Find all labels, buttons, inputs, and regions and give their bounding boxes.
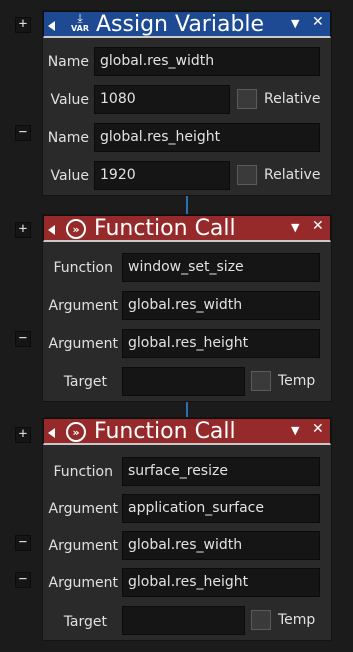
function-call-icon: » [66,219,86,239]
remove-row-button[interactable]: − [15,125,31,141]
argument-label: Argument [48,538,118,554]
argument-label: Argument [48,575,118,591]
relative-checkbox[interactable] [237,165,257,185]
add-action-button[interactable]: + [15,17,31,33]
menu-dropdown-icon[interactable]: ▼ [291,221,299,234]
value-label: Value [50,92,89,108]
function-call-block: » Function Call ▼ ✕ Function window_set_… [42,214,332,402]
argument-field[interactable]: global.res_width [122,291,320,320]
close-icon[interactable]: ✕ [312,421,324,437]
function-call-header[interactable]: » Function Call ▼ ✕ [43,418,331,445]
block-connector [186,196,188,214]
remove-argument-button[interactable]: − [15,572,31,588]
function-call-header[interactable]: » Function Call ▼ ✕ [43,215,331,242]
variable-name-field[interactable]: global.res_width [94,47,320,76]
function-label: Function [53,464,113,480]
temp-checkbox[interactable] [251,371,271,391]
name-label: Name [47,54,89,70]
collapse-triangle-icon[interactable] [48,21,55,31]
argument-label: Argument [48,501,118,517]
argument-field[interactable]: global.res_height [122,329,320,358]
block-title: Assign Variable [96,12,265,37]
menu-dropdown-icon[interactable]: ▼ [291,424,299,437]
temp-label: Temp [278,612,316,628]
assign-variable-header[interactable]: ⤓ VAR Assign Variable ▼ ✕ [43,11,331,38]
target-label: Target [63,374,107,390]
temp-checkbox[interactable] [251,610,271,630]
close-icon[interactable]: ✕ [312,14,324,30]
variable-value-field[interactable]: 1920 [94,161,230,190]
relative-label: Relative [264,167,321,183]
target-label: Target [63,614,107,630]
collapse-triangle-icon[interactable] [48,428,55,438]
argument-field[interactable]: global.res_height [122,568,320,597]
block-connector [186,402,188,417]
assign-variable-block: ⤓ VAR Assign Variable ▼ ✕ Name global.re… [42,10,332,196]
argument-field[interactable]: application_surface [122,494,320,523]
close-icon[interactable]: ✕ [312,218,324,234]
name-label: Name [47,130,89,146]
function-name-field[interactable]: surface_resize [122,457,320,486]
add-argument-button[interactable]: + [15,222,31,238]
value-label: Value [50,168,89,184]
target-field[interactable] [122,367,245,396]
var-icon: ⤓ VAR [71,11,89,33]
variable-name-field[interactable]: global.res_height [94,123,320,152]
remove-argument-button[interactable]: − [15,535,31,551]
target-field[interactable] [122,606,245,635]
function-call-block: » Function Call ▼ ✕ Function surface_res… [42,417,332,641]
remove-argument-button[interactable]: − [15,331,31,347]
collapse-triangle-icon[interactable] [48,225,55,235]
add-argument-button[interactable]: + [15,427,31,443]
block-title: Function Call [94,216,236,241]
menu-dropdown-icon[interactable]: ▼ [291,17,299,30]
argument-field[interactable]: global.res_width [122,531,320,560]
function-call-icon: » [66,422,86,442]
block-title: Function Call [94,419,236,444]
relative-label: Relative [264,91,321,107]
variable-value-field[interactable]: 1080 [94,85,230,114]
function-label: Function [53,260,113,276]
relative-checkbox[interactable] [237,89,257,109]
argument-label: Argument [48,298,118,314]
temp-label: Temp [278,373,316,389]
function-name-field[interactable]: window_set_size [122,253,320,282]
argument-label: Argument [48,336,118,352]
